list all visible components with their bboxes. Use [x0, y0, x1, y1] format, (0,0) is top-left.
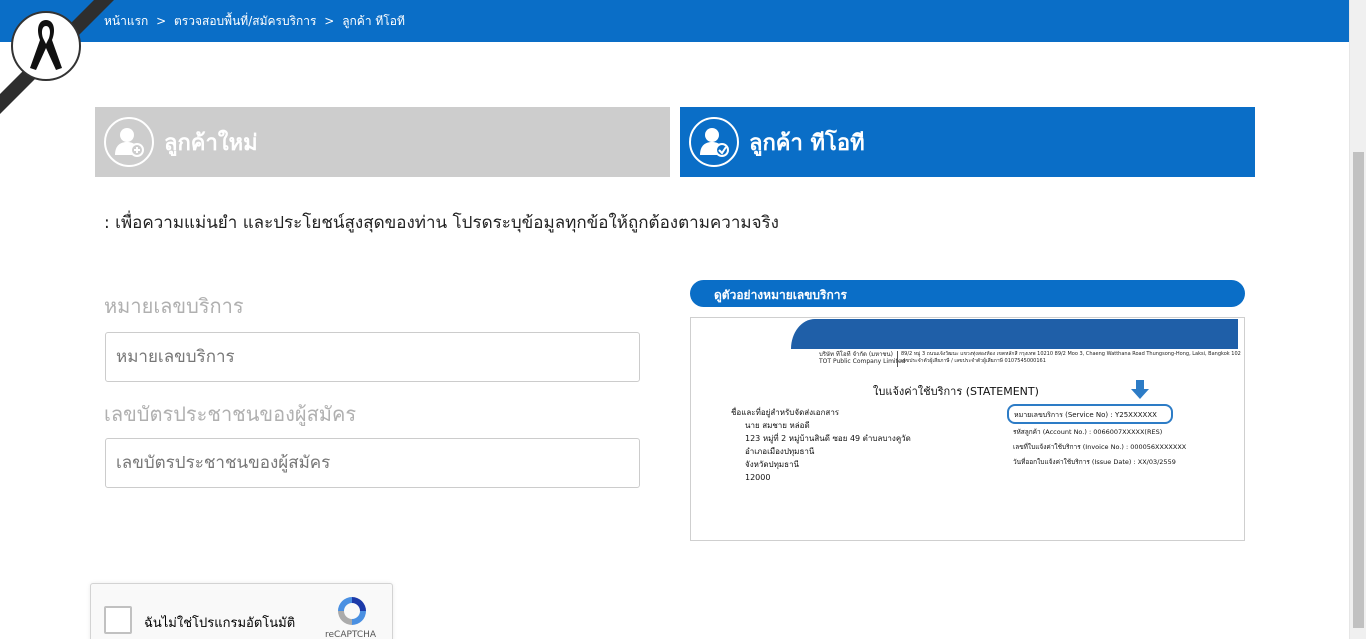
service-number-label: หมายเลขบริการ — [104, 294, 244, 318]
statement-company-en: TOT Public Company Limited — [819, 358, 906, 365]
statement-issue-row: วันที่ออกใบแจ้งค่าใช้บริการ (Issue Date)… — [1013, 458, 1176, 466]
statement-service-number-highlight: หมายเลขบริการ (Service No) : Y25XXXXXX — [1007, 404, 1173, 424]
breadcrumb: หน้าแรก > ตรวจสอบพื้นที่/สมัครบริการ > ล… — [104, 12, 405, 31]
statement-address-heading: ชื่อและที่อยู่สำหรับจัดส่งเอกสาร — [731, 408, 840, 417]
id-card-input[interactable] — [105, 438, 640, 488]
top-navigation-bar: หน้าแรก > ตรวจสอบพื้นที่/สมัครบริการ > ล… — [0, 0, 1349, 42]
statement-company: บริษัท ทีโอที จำกัด (มหาชน) TOT Public C… — [819, 351, 905, 365]
mourning-ribbon — [0, 0, 120, 120]
statement-customer-zip: 12000 — [745, 473, 771, 482]
breadcrumb-separator: > — [156, 14, 167, 28]
id-card-label: เลขบัตรประชาชนของผู้สมัคร — [104, 402, 357, 426]
recaptcha-label: ฉันไม่ใช่โปรแกรมอัตโนมัติ — [144, 616, 296, 631]
breadcrumb-check-link[interactable]: ตรวจสอบพื้นที่/สมัครบริการ — [174, 14, 316, 28]
statement-mailing-address: ชื่อและที่อยู่สำหรับจัดส่งเอกสาร นาย สมช… — [731, 406, 911, 484]
statement-example-image: บริษัท ทีโอที จำกัด (มหาชน) TOT Public C… — [690, 317, 1245, 541]
tab-tot-customer-label: ลูกค้า ทีโอที — [749, 130, 865, 156]
user-check-icon — [689, 117, 739, 167]
statement-address-line: 89/2 หมู่ 3 ถนนแจ้งวัฒนะ แขวงทุ่งสองห้อง… — [901, 351, 1241, 357]
tab-new-customer[interactable]: ลูกค้าใหม่ — [95, 107, 670, 177]
tab-new-customer-label: ลูกค้าใหม่ — [164, 130, 258, 156]
vertical-scrollbar[interactable] — [1349, 0, 1366, 639]
arrow-down-icon — [1131, 380, 1149, 399]
statement-customer-name: นาย สมชาย หล่อดี — [745, 421, 810, 430]
recaptcha-brand: reCAPTCHA — [325, 630, 377, 639]
statement-customer-address: อำเภอเมืองปทุมธานี — [745, 447, 815, 456]
statement-customer-address: จังหวัดปทุมธานี — [745, 460, 800, 469]
statement-header-banner — [791, 319, 1238, 349]
statement-account-row: รหัสลูกค้า (Account No.) : 0066007XXXXX(… — [1013, 428, 1163, 436]
tab-tot-customer[interactable]: ลูกค้า ทีโอที — [680, 107, 1255, 177]
statement-tax-line: เลขประจำตัวผู้เสียภาษี / เลขประจำตัวผู้เ… — [901, 358, 1046, 364]
statement-invoice-row: เลขที่ใบแจ้งค่าใช้บริการ (Invoice No.) :… — [1013, 443, 1187, 451]
user-add-icon — [104, 117, 154, 167]
recaptcha-checkbox[interactable] — [104, 606, 132, 634]
statement-address: 89/2 หมู่ 3 ถนนแจ้งวัฒนะ แขวงทุ่งสองห้อง… — [901, 351, 1241, 365]
recaptcha-widget: ฉันไม่ใช่โปรแกรมอัตโนมัติ reCAPTCHA — [90, 583, 393, 639]
recaptcha-logo-icon — [338, 597, 366, 625]
breadcrumb-current: ลูกค้า ทีโอที — [342, 14, 405, 28]
view-service-number-example-button[interactable]: ดูตัวอย่างหมายเลขบริการ — [690, 280, 1245, 307]
instruction-text: : เพื่อความแม่นยำ และประโยชน์สูงสุดของท่… — [104, 213, 779, 233]
scrollbar-thumb[interactable] — [1353, 152, 1364, 628]
statement-account-details: รหัสลูกค้า (Account No.) : 0066007XXXXX(… — [1013, 425, 1186, 470]
mourning-ribbon-icon — [0, 0, 114, 114]
breadcrumb-separator: > — [324, 14, 335, 28]
statement-title: ใบแจ้งค่าใช้บริการ (STATEMENT) — [873, 385, 1039, 398]
statement-company-th: บริษัท ทีโอที จำกัด (มหาชน) — [819, 351, 893, 358]
service-number-input[interactable] — [105, 332, 640, 382]
statement-customer-address: 123 หมู่ที่ 2 หมู่บ้านสินดี ซอย 49 ตำบลบ… — [745, 434, 911, 443]
statement-divider — [897, 351, 898, 367]
